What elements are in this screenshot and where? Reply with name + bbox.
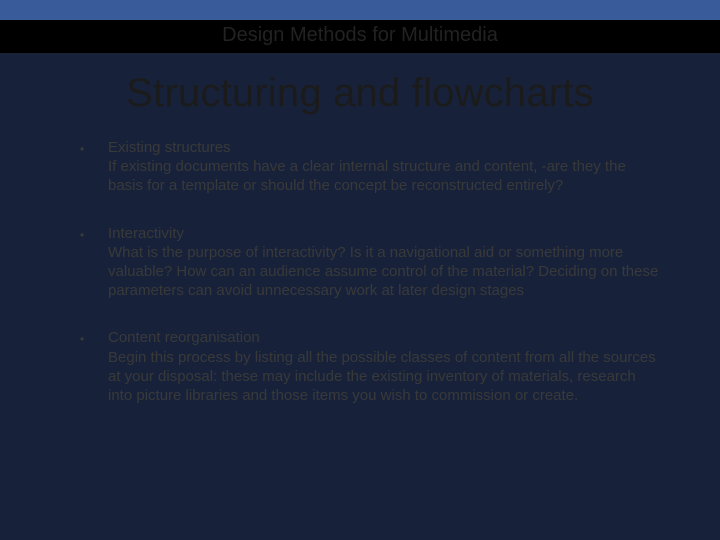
bullet-title: Interactivity — [108, 224, 660, 243]
slide-content: • Existing structures If existing docume… — [0, 138, 720, 405]
bullet-description: If existing documents have a clear inter… — [108, 157, 660, 195]
top-accent-stripe — [0, 0, 720, 20]
bullet-description: Begin this process by listing all the po… — [108, 348, 660, 406]
list-item: • Content reorganisation Begin this proc… — [80, 328, 660, 405]
header-band: Design Methods for Multimedia — [0, 20, 720, 53]
bullet-description: What is the purpose of interactivity? Is… — [108, 243, 660, 301]
bullet-body: Existing structures If existing document… — [108, 138, 660, 196]
list-item: • Existing structures If existing docume… — [80, 138, 660, 196]
bullet-marker-icon: • — [80, 328, 108, 348]
bullet-marker-icon: • — [80, 138, 108, 158]
bullet-title: Existing structures — [108, 138, 660, 157]
list-item: • Interactivity What is the purpose of i… — [80, 224, 660, 301]
bullet-title: Content reorganisation — [108, 328, 660, 347]
slide-title: Structuring and flowcharts — [0, 53, 720, 138]
course-title: Design Methods for Multimedia — [0, 24, 720, 47]
bullet-body: Interactivity What is the purpose of int… — [108, 224, 660, 301]
bullet-body: Content reorganisation Begin this proces… — [108, 328, 660, 405]
bullet-marker-icon: • — [80, 224, 108, 244]
